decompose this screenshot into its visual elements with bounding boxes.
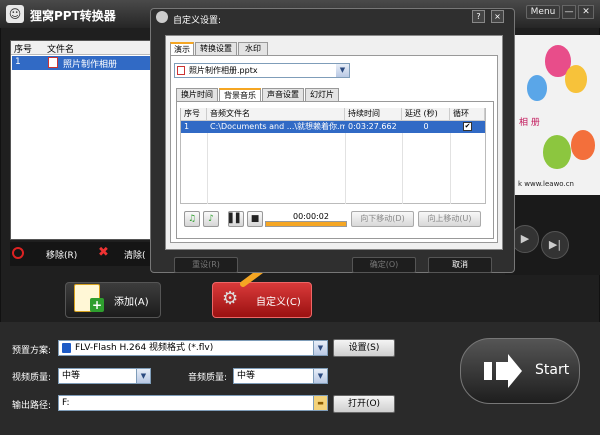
balloon-image xyxy=(543,135,571,169)
file-list-header: 序号 文件名 xyxy=(11,41,159,55)
subtab-sound-settings[interactable]: 声音设置 xyxy=(262,88,304,101)
audio-quality-value: 中等 xyxy=(237,371,256,381)
audio-quality-select[interactable]: 中等 ▼ xyxy=(233,368,328,384)
preset-label: 预置方案: xyxy=(12,346,52,356)
grid-divider xyxy=(450,121,451,204)
pptx-file-icon xyxy=(177,66,185,75)
grid-header-index: 序号 xyxy=(181,108,207,121)
add-button-label[interactable]: 添加(A) xyxy=(114,293,149,308)
preset-value: FLV-Flash H.264 视频格式 (*.flv) xyxy=(75,343,214,353)
dialog-icon xyxy=(156,11,168,23)
custom-settings-label[interactable]: 自定义(C) xyxy=(256,293,301,308)
audio-quality-label: 音频质量: xyxy=(188,373,228,383)
add-music-icon[interactable]: ♫ xyxy=(184,211,200,227)
grid-divider xyxy=(207,121,208,204)
preview-url: k www.leawo.cn xyxy=(518,180,574,188)
move-up-button[interactable]: 向上移动(U) xyxy=(418,211,481,227)
dialog-title: 自定义设置: xyxy=(173,16,222,26)
loop-checkbox[interactable]: ✔ xyxy=(463,122,472,131)
ppt-file-icon xyxy=(48,57,58,68)
app-title: 狸窝PPT转换器 xyxy=(30,9,116,23)
grid-cell-audio-file[interactable]: C:\Documents and ...\就想赖着你.mp3 xyxy=(207,121,345,133)
tab-conversion-settings[interactable]: 转换设置 xyxy=(195,42,237,55)
menu-button[interactable]: Menu xyxy=(526,5,560,19)
column-header-filename: 文件名 xyxy=(47,45,75,55)
minimize-button[interactable]: — xyxy=(562,5,576,19)
cancel-button[interactable]: 取消 xyxy=(428,257,492,273)
start-label[interactable]: Start xyxy=(535,362,569,378)
grid-cell-index[interactable]: 1 xyxy=(181,121,207,133)
balloon-image xyxy=(527,75,547,101)
player-controls: ▶ ▶| xyxy=(505,195,600,275)
subtab-background-music[interactable]: 背景音乐 xyxy=(219,88,261,101)
chevron-down-icon[interactable]: ▼ xyxy=(136,369,150,383)
start-arrow-icon xyxy=(484,354,522,388)
column-header-index: 序号 xyxy=(14,45,33,55)
grid-header-duration: 持续时间 xyxy=(345,108,402,121)
remove-button[interactable]: 移除(R) xyxy=(46,248,77,261)
reset-button[interactable]: 重设(R) xyxy=(174,257,238,273)
output-path-input[interactable]: F: ▬ xyxy=(58,395,328,411)
clear-button[interactable]: 清除( xyxy=(124,248,146,261)
folder-icon[interactable]: ▬ xyxy=(313,396,327,410)
preset-select[interactable]: FLV-Flash H.264 视频格式 (*.flv) ▼ xyxy=(58,340,328,356)
move-down-button[interactable]: 向下移动(D) xyxy=(351,211,414,227)
progress-fill xyxy=(266,222,346,226)
remove-icon[interactable] xyxy=(12,247,24,259)
subtab-slide-timing[interactable]: 换片时间 xyxy=(176,88,218,101)
balloon-image xyxy=(565,65,587,93)
video-quality-value: 中等 xyxy=(62,371,81,381)
grid-header-delay: 延迟 (秒) xyxy=(402,108,450,121)
settings-button[interactable]: 设置(S) xyxy=(333,339,395,357)
tab-watermark[interactable]: 水印 xyxy=(238,42,268,55)
tools-icon: ⚙ xyxy=(222,288,239,309)
playback-time: 00:00:02 xyxy=(293,212,329,221)
next-icon[interactable]: ▶| xyxy=(541,231,569,259)
file-list-row[interactable]: 1 照片制作相册 xyxy=(12,56,158,70)
grid-cell-delay[interactable]: 0 xyxy=(402,121,450,133)
file-list[interactable]: 序号 文件名 1 照片制作相册 xyxy=(10,40,160,240)
plus-icon: + xyxy=(90,298,104,312)
grid-divider xyxy=(402,121,403,204)
video-quality-label: 视频质量: xyxy=(12,373,52,383)
open-button[interactable]: 打开(O) xyxy=(333,395,395,413)
chevron-down-icon[interactable]: ▼ xyxy=(336,64,349,77)
grid-header-loop: 循环 xyxy=(450,108,485,121)
stop-icon[interactable]: ■ xyxy=(247,211,263,227)
tab-presentation[interactable]: 演示 xyxy=(170,42,194,55)
balloon-image xyxy=(571,130,595,160)
ppt-file-select[interactable]: 照片制作相册.pptx xyxy=(174,63,350,78)
help-button[interactable]: ? xyxy=(472,10,485,23)
grid-header-audio-file: 音频文件名 xyxy=(207,108,345,121)
row-filename: 照片制作相册 xyxy=(63,60,118,70)
grid-cell-duration[interactable]: 0:03:27.662 xyxy=(345,121,402,133)
dialog-close-button[interactable]: × xyxy=(491,10,504,23)
ok-button[interactable]: 确定(O) xyxy=(352,257,416,273)
flash-icon xyxy=(62,343,71,353)
close-button[interactable]: ✕ xyxy=(578,5,594,19)
subtab-slides[interactable]: 幻灯片 xyxy=(305,88,339,101)
play-icon[interactable]: ▶ xyxy=(511,225,539,253)
app-logo-icon: ☺ xyxy=(6,5,24,23)
chevron-down-icon[interactable]: ▼ xyxy=(313,341,327,355)
output-path-value: F: xyxy=(62,398,70,408)
pause-icon[interactable]: ▌▌ xyxy=(228,211,244,227)
row-index: 1 xyxy=(15,57,21,67)
grid-divider xyxy=(345,121,346,204)
preview-caption: 相 册 xyxy=(519,118,540,128)
video-quality-select[interactable]: 中等 ▼ xyxy=(58,368,151,384)
output-path-label: 输出路径: xyxy=(12,401,52,411)
remove-music-icon[interactable]: ♪ xyxy=(203,211,219,227)
chevron-down-icon[interactable]: ▼ xyxy=(313,369,327,383)
clear-icon[interactable]: ✖ xyxy=(98,245,109,260)
